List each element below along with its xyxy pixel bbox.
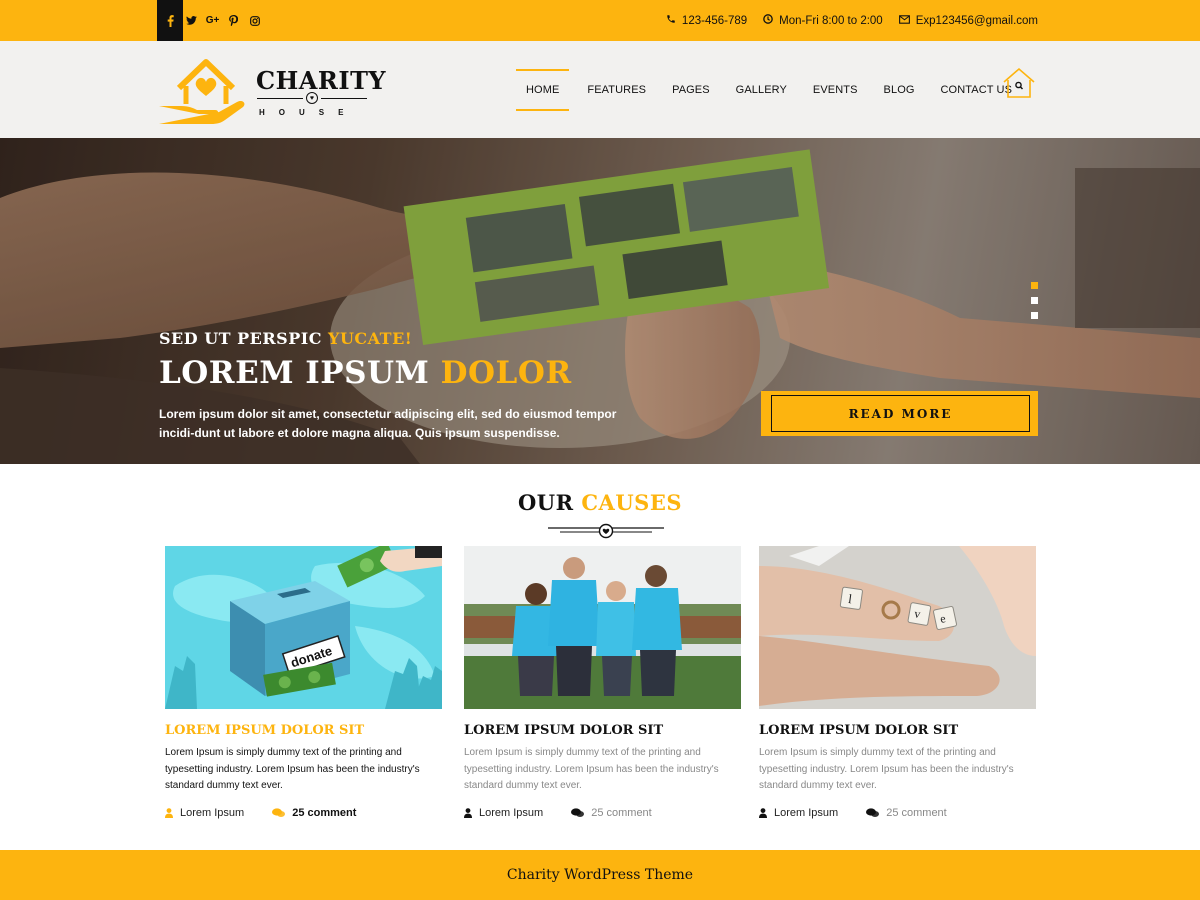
top-bar: G+ 123-456-789 Mon-Fri 8:00 to 2:00 Exp1… (0, 0, 1200, 43)
cause-meta: Lorem Ipsum 25 comment (759, 807, 1036, 819)
comment-count: 25 comment (591, 806, 652, 819)
footer-credit[interactable]: Charity WordPress Theme (507, 867, 693, 883)
pinterest-icon[interactable] (223, 0, 244, 41)
cause-card[interactable]: LOREM IPSUM DOLOR SIT Lorem Ipsum is sim… (464, 546, 741, 819)
read-more-label: READ MORE (771, 395, 1030, 432)
user-icon (464, 807, 472, 818)
cause-title[interactable]: LOREM IPSUM DOLOR SIT (759, 723, 1036, 738)
cause-image-love[interactable]: l v e (759, 546, 1036, 709)
logo-name: CHARITY (256, 66, 387, 95)
cause-title[interactable]: LOREM IPSUM DOLOR SIT (464, 723, 741, 738)
cause-description: Lorem Ipsum is simply dummy text of the … (759, 747, 1014, 791)
business-hours: Mon-Fri 8:00 to 2:00 (779, 14, 883, 27)
cause-image-donate[interactable]: donate (165, 546, 442, 709)
site-logo[interactable]: CHARITY ♥ HOUSE (159, 56, 386, 126)
hero-subtitle-main: SED UT PERSPIC (159, 329, 329, 348)
nav-events[interactable]: EVENTS (813, 41, 858, 138)
logo-rule-right (321, 98, 367, 99)
hero-subtitle-accent: YUCATE! (328, 329, 413, 348)
logo-heart-icon: ♥ (306, 92, 318, 104)
nav-gallery[interactable]: GALLERY (736, 41, 787, 138)
site-footer: Charity WordPress Theme (0, 850, 1200, 900)
main-nav: HOME FEATURES PAGES GALLERY EVENTS BLOG … (516, 41, 1038, 138)
contact-info: 123-456-789 Mon-Fri 8:00 to 2:00 Exp1234… (666, 0, 1038, 41)
slider-dot[interactable] (1031, 312, 1038, 319)
comment-count: 25 comment (886, 806, 947, 819)
phone-icon (666, 14, 676, 27)
cause-comments[interactable]: 25 comment (866, 807, 947, 819)
facebook-icon[interactable] (157, 0, 183, 43)
read-more-button[interactable]: READ MORE (761, 391, 1038, 436)
email-address: Exp123456@gmail.com (915, 14, 1038, 27)
nav-home[interactable]: HOME (516, 41, 570, 138)
cause-description: Lorem Ipsum is simply dummy text of the … (165, 747, 420, 791)
cause-author[interactable]: Lorem Ipsum (464, 807, 543, 819)
hero-title-main: LOREM IPSUM (159, 355, 441, 391)
causes-heading: OUR CAUSES (0, 490, 1200, 515)
twitter-icon[interactable] (181, 0, 202, 41)
comments-icon (272, 807, 286, 817)
house-search-icon (1003, 67, 1035, 98)
instagram-icon[interactable] (244, 0, 265, 41)
nav-pages[interactable]: PAGES (672, 41, 710, 138)
hero-title: LOREM IPSUM DOLOR (159, 355, 572, 391)
slider-dot[interactable] (1031, 282, 1038, 289)
hero-slider: SED UT PERSPIC YUCATE! LOREM IPSUM DOLOR… (0, 138, 1200, 464)
cause-image-volunteers[interactable] (464, 546, 741, 709)
nav-blog[interactable]: BLOG (884, 41, 915, 138)
hero-title-accent: DOLOR (440, 355, 572, 391)
comments-icon (866, 807, 880, 817)
house-hand-logo-icon (159, 59, 245, 124)
cause-comments[interactable]: 25 comment (272, 807, 356, 819)
cause-title[interactable]: LOREM IPSUM DOLOR SIT (165, 723, 442, 738)
cause-card[interactable]: donate LOREM IPSUM DOLOR SIT Lorem Ipsum… (165, 546, 442, 819)
site-header: CHARITY ♥ HOUSE HOME FEATURES PAGES GALL… (0, 41, 1200, 138)
cause-meta: Lorem Ipsum 25 comment (165, 807, 442, 819)
slider-dots (1031, 282, 1038, 319)
hero-subtitle: SED UT PERSPIC YUCATE! (159, 329, 412, 348)
heart-divider-icon (548, 523, 664, 539)
author-name: Lorem Ipsum (180, 806, 245, 819)
comment-count: 25 comment (292, 806, 357, 819)
logo-tagline: HOUSE (259, 108, 358, 117)
cause-author[interactable]: Lorem Ipsum (165, 807, 244, 819)
phone-contact[interactable]: 123-456-789 (666, 14, 747, 27)
email-contact[interactable]: Exp123456@gmail.com (898, 14, 1038, 27)
user-icon (165, 807, 173, 818)
google-plus-icon[interactable]: G+ (202, 0, 223, 41)
slider-dot[interactable] (1031, 297, 1038, 304)
cause-card[interactable]: l v e LOREM IPSUM DOLOR SIT Lorem Ipsum … (759, 546, 1036, 819)
search-button[interactable] (1001, 65, 1037, 101)
envelope-icon (898, 14, 910, 27)
causes-heading-accent: CAUSES (581, 490, 683, 515)
causes-heading-main: OUR (517, 490, 582, 515)
cause-comments[interactable]: 25 comment (571, 807, 652, 819)
hours-contact: Mon-Fri 8:00 to 2:00 (763, 14, 883, 27)
cause-description: Lorem Ipsum is simply dummy text of the … (464, 747, 719, 791)
author-name: Lorem Ipsum (479, 806, 544, 819)
nav-features[interactable]: FEATURES (587, 41, 646, 138)
comments-icon (571, 807, 585, 817)
cause-author[interactable]: Lorem Ipsum (759, 807, 838, 819)
logo-rule-left (257, 98, 303, 99)
cause-meta: Lorem Ipsum 25 comment (464, 807, 741, 819)
phone-number: 123-456-789 (681, 14, 748, 27)
social-links: G+ (157, 0, 265, 43)
user-icon (759, 807, 767, 818)
hero-description: Lorem ipsum dolor sit amet, consectetur … (159, 407, 617, 440)
clock-icon (763, 14, 773, 27)
author-name: Lorem Ipsum (774, 806, 839, 819)
